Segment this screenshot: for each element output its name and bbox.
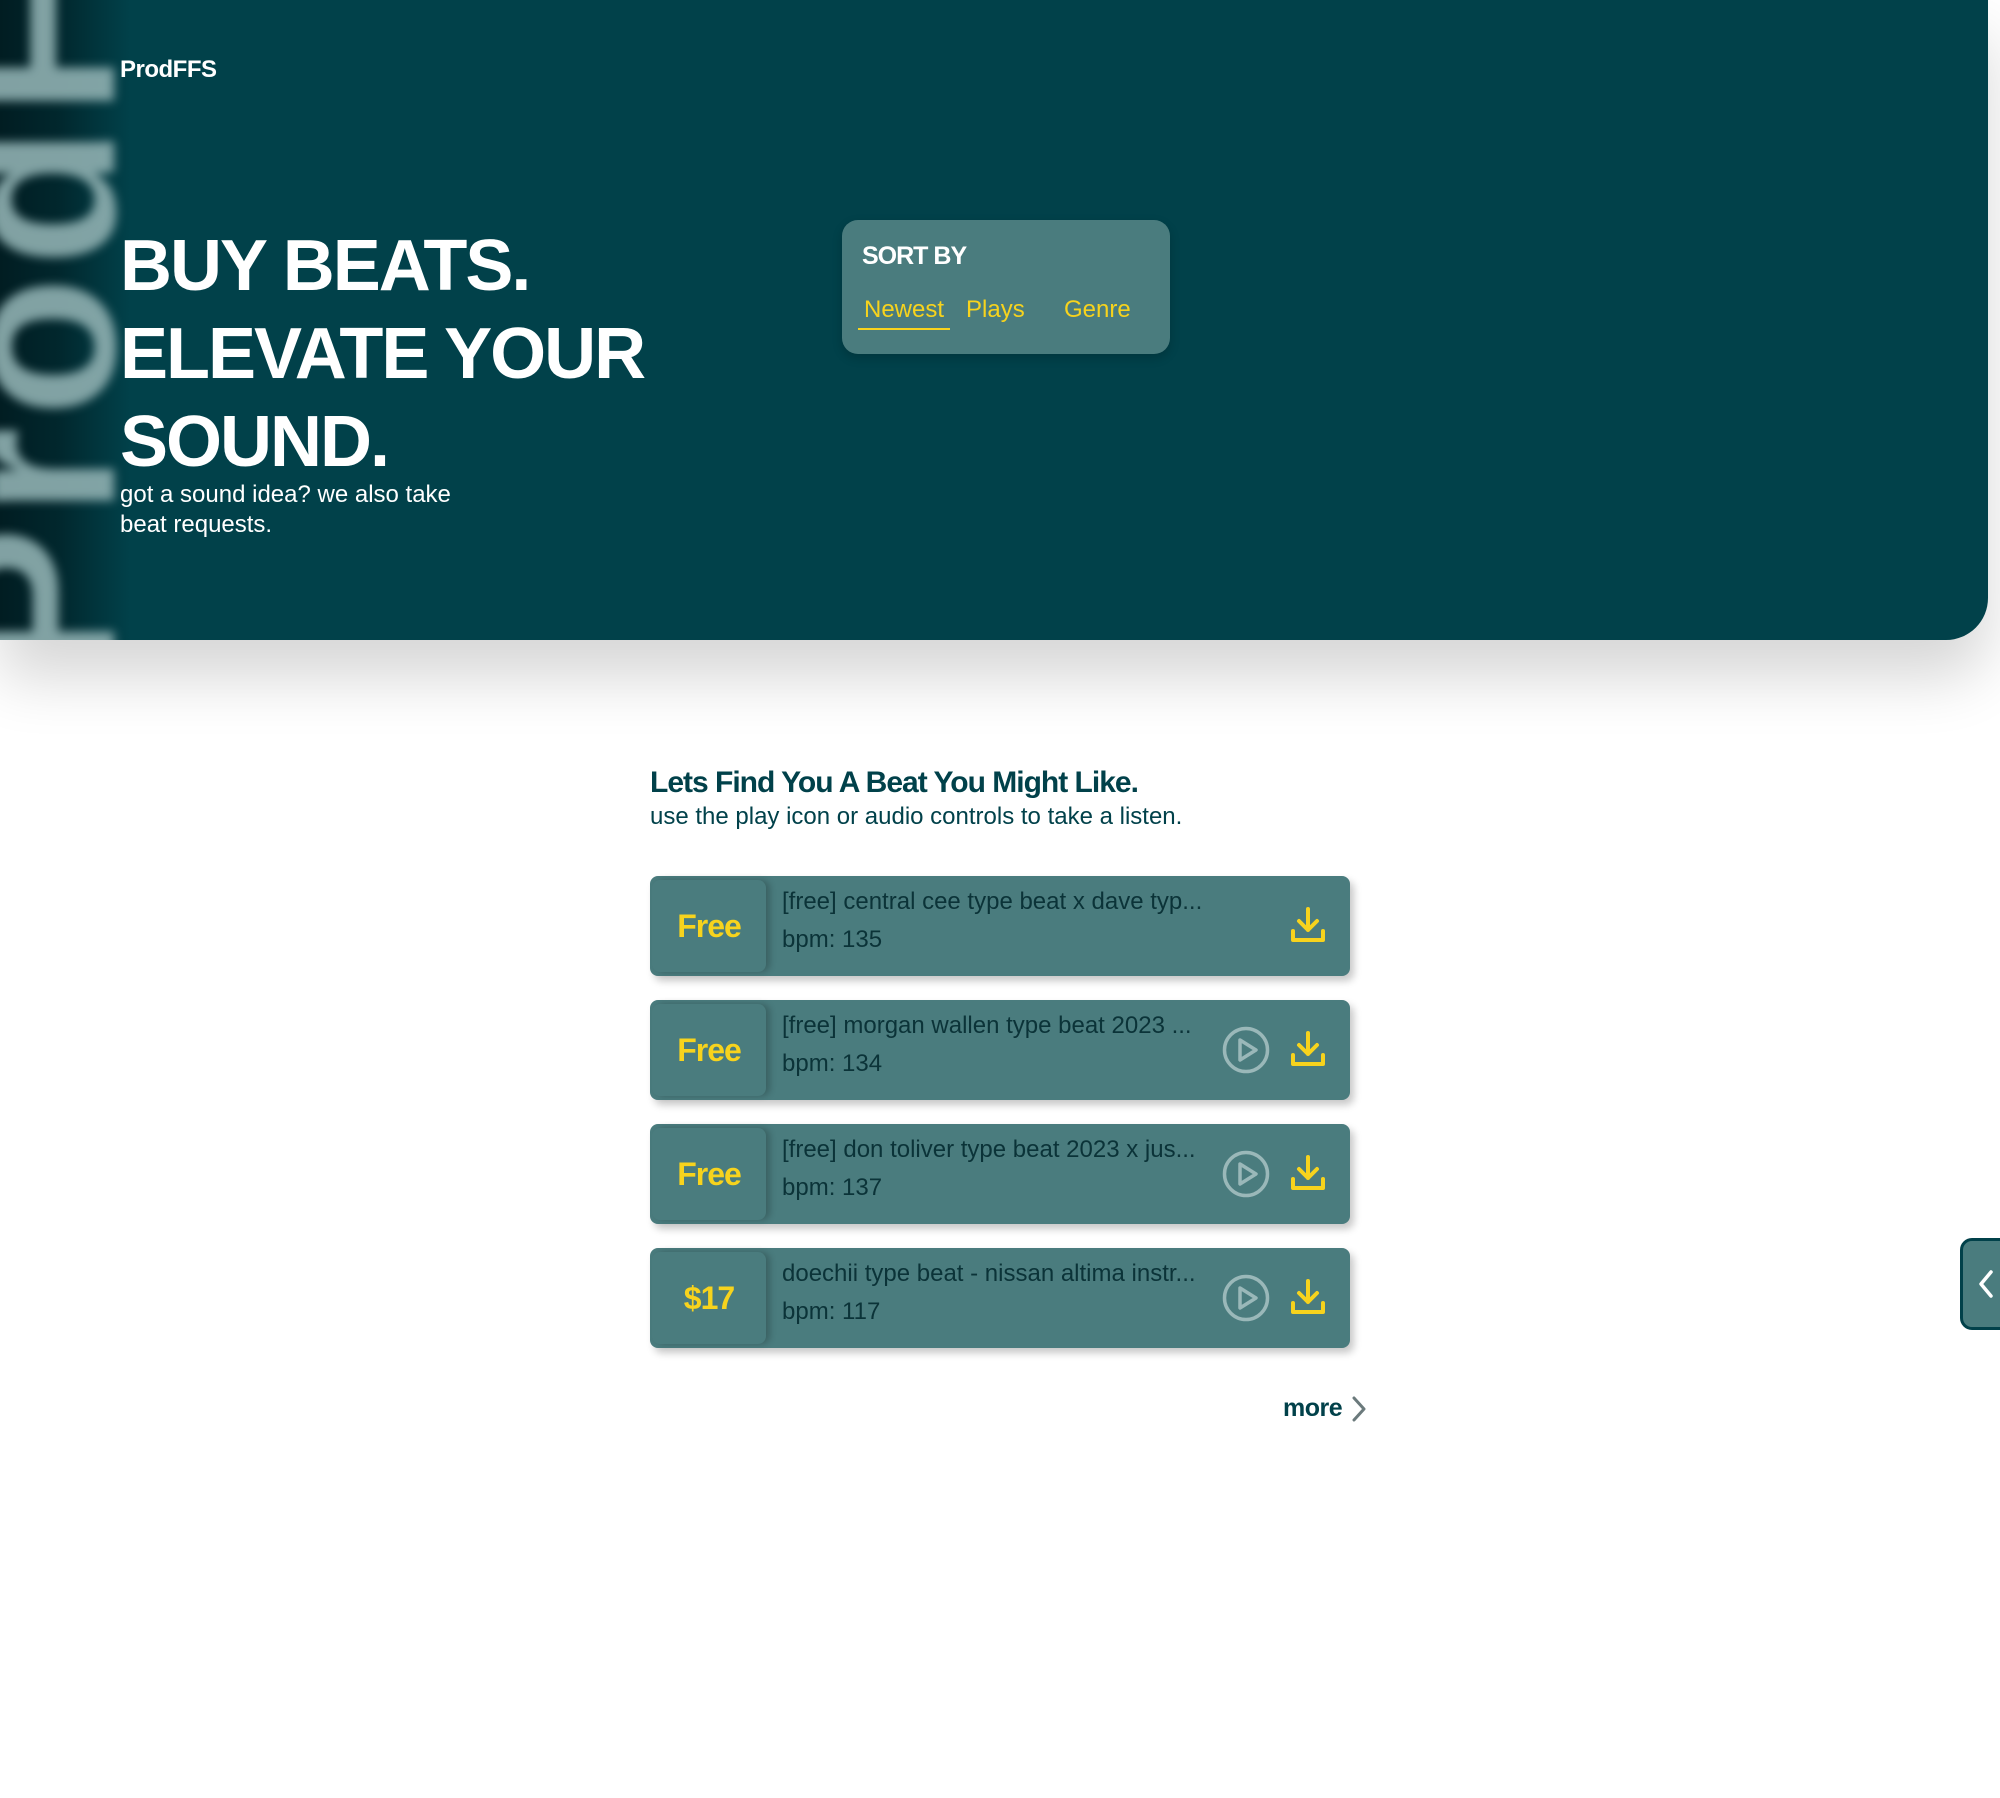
site-logo[interactable]: ProdFFS [120,56,217,84]
download-icon[interactable] [1290,1154,1326,1192]
more-label: more [1283,1394,1343,1422]
beat-list: Free [free] central cee type beat x dave… [650,876,1350,1372]
hero-headline: BUY BEATS. ELEVATE YOUR SOUND. [120,222,646,486]
sort-title: SORT BY [862,242,967,270]
price-badge: Free [652,880,766,972]
beat-bpm: bpm: 117 [782,1298,881,1325]
play-circle-icon[interactable] [1222,1150,1270,1198]
sort-option-plays[interactable]: Plays [966,296,1025,324]
side-drawer-tab[interactable] [1960,1238,2000,1330]
headline-line-2: ELEVATE YOUR [120,314,646,394]
headline-line-3: SOUND. [120,402,390,482]
sort-option-genre[interactable]: Genre [1064,296,1131,324]
beat-title: [free] morgan wallen type beat 2023 ... [782,1012,1192,1039]
play-circle-icon[interactable] [1222,1026,1270,1074]
download-icon[interactable] [1290,1030,1326,1068]
play-circle-icon[interactable] [1222,1274,1270,1322]
beat-item[interactable]: Free [free] don toliver type beat 2023 x… [650,1124,1350,1224]
page: ProdFFS ProdFFS BUY BEATS. ELEVATE YOUR … [0,0,2000,1798]
price-badge: Free [652,1004,766,1096]
hero-tagline: got a sound idea? we also take beat requ… [120,481,451,538]
beat-title: [free] don toliver type beat 2023 x jus.… [782,1136,1196,1163]
chevron-left-icon [1979,1270,1993,1298]
more-link[interactable]: more [1283,1394,1368,1423]
download-icon[interactable] [1290,906,1326,944]
beat-item[interactable]: Free [free] central cee type beat x dave… [650,876,1350,976]
sort-option-newest[interactable]: Newest [858,296,951,330]
chevron-right-icon [1352,1396,1366,1421]
price-badge: $17 [652,1252,766,1344]
side-strip: ProdFFS [0,0,163,640]
beat-title: [free] central cee type beat x dave typ.… [782,888,1203,915]
section-subtitle: use the play icon or audio controls to t… [650,803,1183,830]
download-icon[interactable] [1290,1278,1326,1316]
price-badge: Free [652,1128,766,1220]
sort-panel: SORT BY Newest Plays Genre [842,220,1170,354]
beat-bpm: bpm: 135 [782,926,883,953]
beat-bpm: bpm: 137 [782,1174,883,1201]
section-title: Lets Find You A Beat You Might Like. [650,766,1139,799]
headline-line-1: BUY BEATS. [120,226,531,306]
beat-item[interactable]: $17 doechii type beat - nissan altima in… [650,1248,1350,1348]
side-brand-word: ProdFFS [0,0,163,640]
beat-item[interactable]: Free [free] morgan wallen type beat 2023… [650,1000,1350,1100]
beat-bpm: bpm: 134 [782,1050,883,1077]
hero-banner: ProdFFS ProdFFS BUY BEATS. ELEVATE YOUR … [0,0,1988,640]
beat-title: doechii type beat - nissan altima instr.… [782,1260,1196,1287]
